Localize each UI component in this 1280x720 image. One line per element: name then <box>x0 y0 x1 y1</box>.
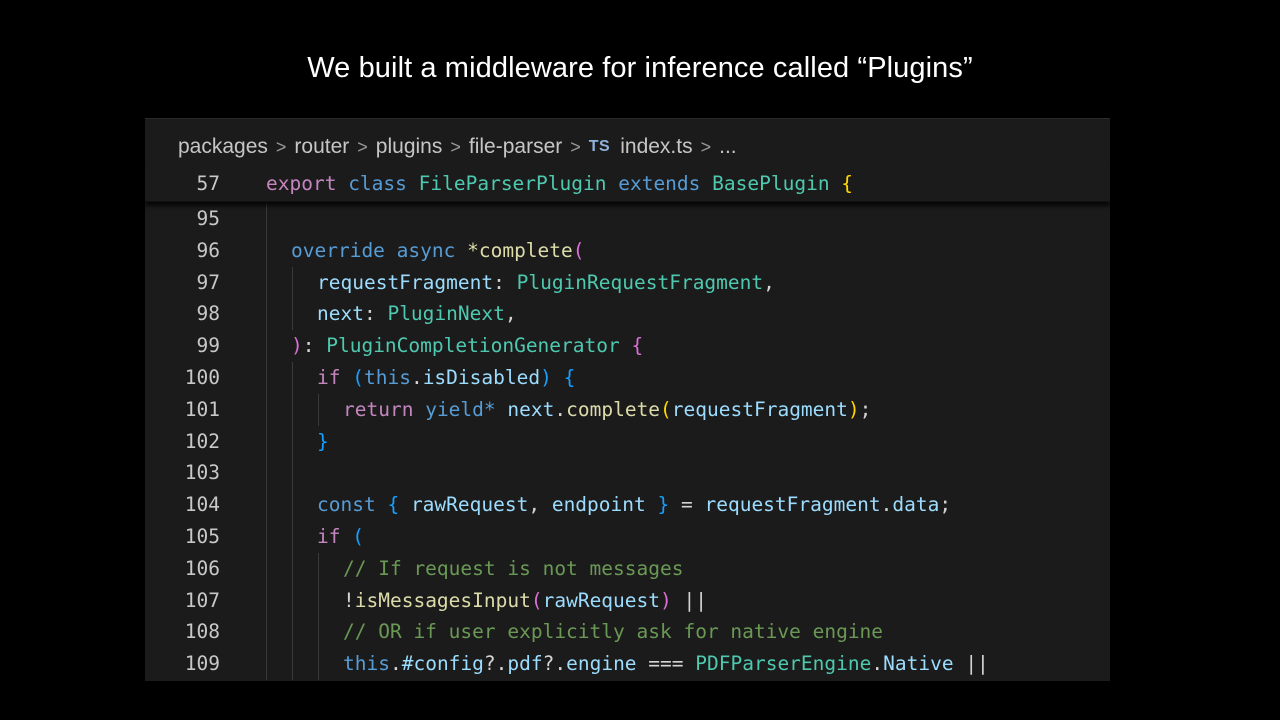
code-line: 106 // If request is not messages <box>145 552 1110 585</box>
line-number: 103 <box>184 461 220 485</box>
indent-guide <box>266 393 267 426</box>
line-number: 109 <box>184 652 220 676</box>
line-number: 104 <box>184 493 220 517</box>
indent-guide <box>292 393 293 426</box>
indent-guide <box>266 457 267 490</box>
indent-guide <box>292 425 293 458</box>
indent-guide <box>318 552 319 585</box>
code-text: export class FileParserPlugin extends Ba… <box>266 172 854 195</box>
indent-guide <box>266 266 267 299</box>
chevron-right-icon: > <box>275 136 287 157</box>
indent-guide <box>266 203 267 235</box>
code-text: ): PluginCompletionGenerator { <box>291 334 644 358</box>
indent-guide <box>266 520 267 553</box>
code-line: 109 this.#config?.pdf?.engine === PDFPar… <box>145 648 1110 680</box>
code-editor[interactable]: packages > router > plugins > file-parse… <box>145 118 1110 681</box>
code-text: next: PluginNext, <box>317 302 517 326</box>
code-line: 96 override async *complete( <box>145 234 1110 267</box>
breadcrumb-item-packages[interactable]: packages <box>178 135 268 159</box>
indent-guide <box>292 361 293 394</box>
code-comment: // If request is not messages <box>343 556 684 580</box>
indent-guide <box>292 552 293 585</box>
sticky-scroll-header[interactable]: 57 export class FileParserPlugin extends… <box>145 167 1110 202</box>
code-text: this.#config?.pdf?.engine === PDFParserE… <box>343 652 989 676</box>
breadcrumb-item-file-parser[interactable]: file-parser <box>469 135 562 159</box>
indent-guide <box>266 425 267 458</box>
breadcrumb-item-plugins[interactable]: plugins <box>376 135 443 159</box>
line-number: 105 <box>184 524 220 548</box>
code-body[interactable]: 95 96 override async *complete( 97 reque… <box>145 203 1110 680</box>
indent-guide <box>266 234 267 267</box>
line-number: 98 <box>196 302 220 326</box>
code-line: 98 next: PluginNext, <box>145 298 1110 331</box>
line-number: 57 <box>196 172 220 195</box>
code-text: const { rawRequest, endpoint } = request… <box>317 493 952 517</box>
breadcrumb-item-router[interactable]: router <box>294 135 349 159</box>
code-line: 95 <box>145 203 1110 235</box>
line-number: 102 <box>184 429 220 453</box>
code-line: 105 if ( <box>145 520 1110 553</box>
indent-guide <box>266 361 267 394</box>
indent-guide <box>292 616 293 649</box>
chevron-right-icon: > <box>570 136 581 157</box>
indent-guide <box>266 489 267 521</box>
indent-guide <box>266 616 267 649</box>
code-line: 104 const { rawRequest, endpoint } = req… <box>145 489 1110 521</box>
code-line: 107 !isMessagesInput(rawRequest) || <box>145 584 1110 617</box>
indent-guide <box>318 393 319 426</box>
slide-title: We built a middleware for inference call… <box>307 52 973 84</box>
code-line: 108 // OR if user explicitly ask for nat… <box>145 616 1110 649</box>
code-line: 100 if (this.isDisabled) { <box>145 361 1110 394</box>
line-number: 106 <box>184 556 220 580</box>
line-number: 107 <box>184 588 220 612</box>
typescript-file-icon: TS <box>588 138 611 155</box>
code-comment: // OR if user explicitly ask for native … <box>343 620 884 644</box>
code-line: 99 ): PluginCompletionGenerator { <box>145 330 1110 362</box>
code-line: 57 export class FileParserPlugin extends… <box>145 167 1110 201</box>
code-line: 101 return yield* next.complete(requestF… <box>145 393 1110 426</box>
indent-guide <box>292 489 293 521</box>
indent-guide <box>292 298 293 331</box>
indent-guide <box>292 457 293 490</box>
code-text: } <box>317 429 329 453</box>
indent-guide <box>266 552 267 585</box>
chevron-right-icon: > <box>357 136 368 157</box>
indent-guide <box>292 520 293 553</box>
code-text: requestFragment: PluginRequestFragment, <box>317 270 775 294</box>
code-line: 102 } <box>145 425 1110 458</box>
breadcrumb-item-symbols[interactable]: ... <box>719 135 737 159</box>
chevron-right-icon: > <box>700 136 712 157</box>
chevron-right-icon: > <box>450 136 461 157</box>
code-line: 103 <box>145 457 1110 490</box>
line-number: 101 <box>184 397 220 421</box>
breadcrumb-item-file[interactable]: index.ts <box>620 135 692 159</box>
breadcrumb: packages > router > plugins > file-parse… <box>145 119 1110 158</box>
indent-guide <box>292 266 293 299</box>
indent-guide <box>266 298 267 331</box>
line-number: 108 <box>184 620 220 644</box>
indent-guide <box>266 584 267 617</box>
indent-guide <box>318 616 319 649</box>
indent-guide <box>292 584 293 617</box>
code-text: return yield* next.complete(requestFragm… <box>343 397 872 421</box>
code-line: 97 requestFragment: PluginRequestFragmen… <box>145 266 1110 299</box>
indent-guide <box>292 648 293 680</box>
indent-guide <box>266 330 267 362</box>
code-text: if (this.isDisabled) { <box>317 365 576 389</box>
code-text: !isMessagesInput(rawRequest) || <box>343 588 707 612</box>
line-number: 100 <box>184 365 220 389</box>
code-text: override async *complete( <box>291 238 585 262</box>
line-number: 99 <box>196 334 220 358</box>
indent-guide <box>266 648 267 680</box>
indent-guide <box>318 648 319 680</box>
indent-guide <box>318 584 319 617</box>
code-text: if ( <box>317 524 364 548</box>
